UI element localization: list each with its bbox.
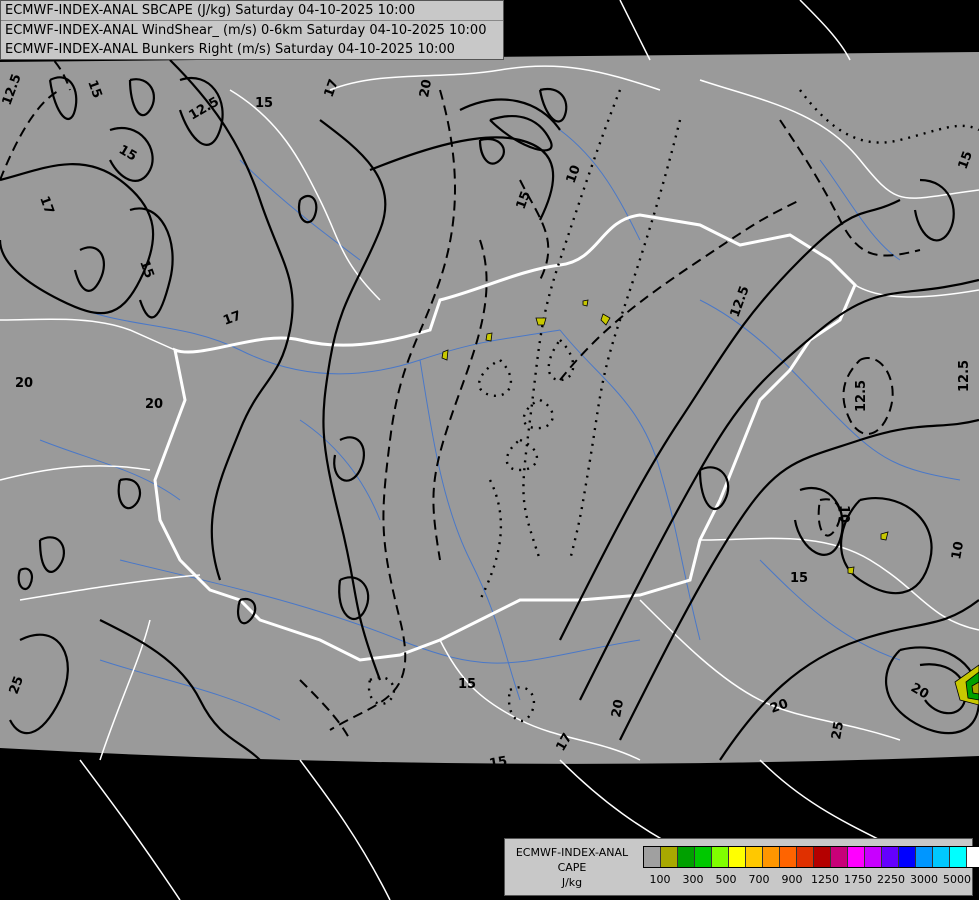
contour-label: 15 [458,677,476,692]
legend-tick-label: 1250 [811,873,839,886]
legend-tick-label: 5000 [943,873,971,886]
header-sbcape: ECMWF-INDEX-ANAL SBCAPE (J/kg) Saturday … [1,1,503,21]
legend-tick-label: 1750 [844,873,872,886]
legend-swatch [763,847,780,867]
contour-label: 15 [790,571,808,586]
legend-tick-label: 2250 [877,873,905,886]
legend-swatch [831,847,848,867]
legend-swatch [729,847,746,867]
contour-label: 20 [609,698,627,718]
legend-swatch [746,847,763,867]
legend-swatch [882,847,899,867]
legend-tick-label: 500 [715,873,737,886]
legend-tick-label: 300 [682,873,704,886]
legend-swatch [678,847,695,867]
contour-label: 10 [836,505,851,523]
legend-colorbar [643,846,979,868]
contour-label: 20 [15,376,33,391]
legend-tick-label: 100 [649,873,671,886]
contour-label: 20 [145,397,163,412]
legend-swatch [797,847,814,867]
legend-swatch [950,847,967,867]
legend-title: ECMWF-INDEX-ANAL CAPE J/kg [507,845,637,890]
cape-legend: ECMWF-INDEX-ANAL CAPE J/kg 100 300 500 700 9… [504,838,979,896]
legend-swatch [695,847,712,867]
legend-tick-label: 900 [781,873,803,886]
legend-swatch [712,847,729,867]
contour-label: 12.5 [957,360,972,392]
legend-tick-label: 3000 [910,873,938,886]
header-panel: ECMWF-INDEX-ANAL SBCAPE (J/kg) Saturday … [0,0,504,60]
legend-swatch [814,847,831,867]
legend-swatch [899,847,916,867]
contour-label: 25 [829,720,847,740]
legend-swatch [916,847,933,867]
contour-label: 20 [417,78,435,98]
legend-title-model: ECMWF-INDEX-ANAL [515,846,629,859]
legend-tick-label: 700 [748,873,770,886]
legend-swatch [865,847,882,867]
legend-swatch [661,847,678,867]
legend-swatch [967,847,979,867]
legend-swatch [780,847,797,867]
legend-title-unit: J/kg [561,876,583,889]
contour-label: 15 [255,96,273,111]
weather-map: 12.5 15 12.5 15 17 20 15 10 15 17 17 15 … [0,0,979,900]
contour-label: 15 [488,754,508,772]
legend-swatch [848,847,865,867]
legend-title-field: CAPE [557,861,587,874]
legend-ticks: 100 300 500 700 900 1250 1750 2250 3000 5000 [643,873,973,887]
contour-label: 10 [949,540,967,560]
header-bunkers: ECMWF-INDEX-ANAL Bunkers Right (m/s) Sat… [5,42,455,57]
legend-swatch [933,847,950,867]
header-windshear: ECMWF-INDEX-ANAL WindShear_ (m/s) 0-6km … [5,23,487,38]
contour-label: 12.5 [854,380,869,412]
legend-swatch [644,847,661,867]
